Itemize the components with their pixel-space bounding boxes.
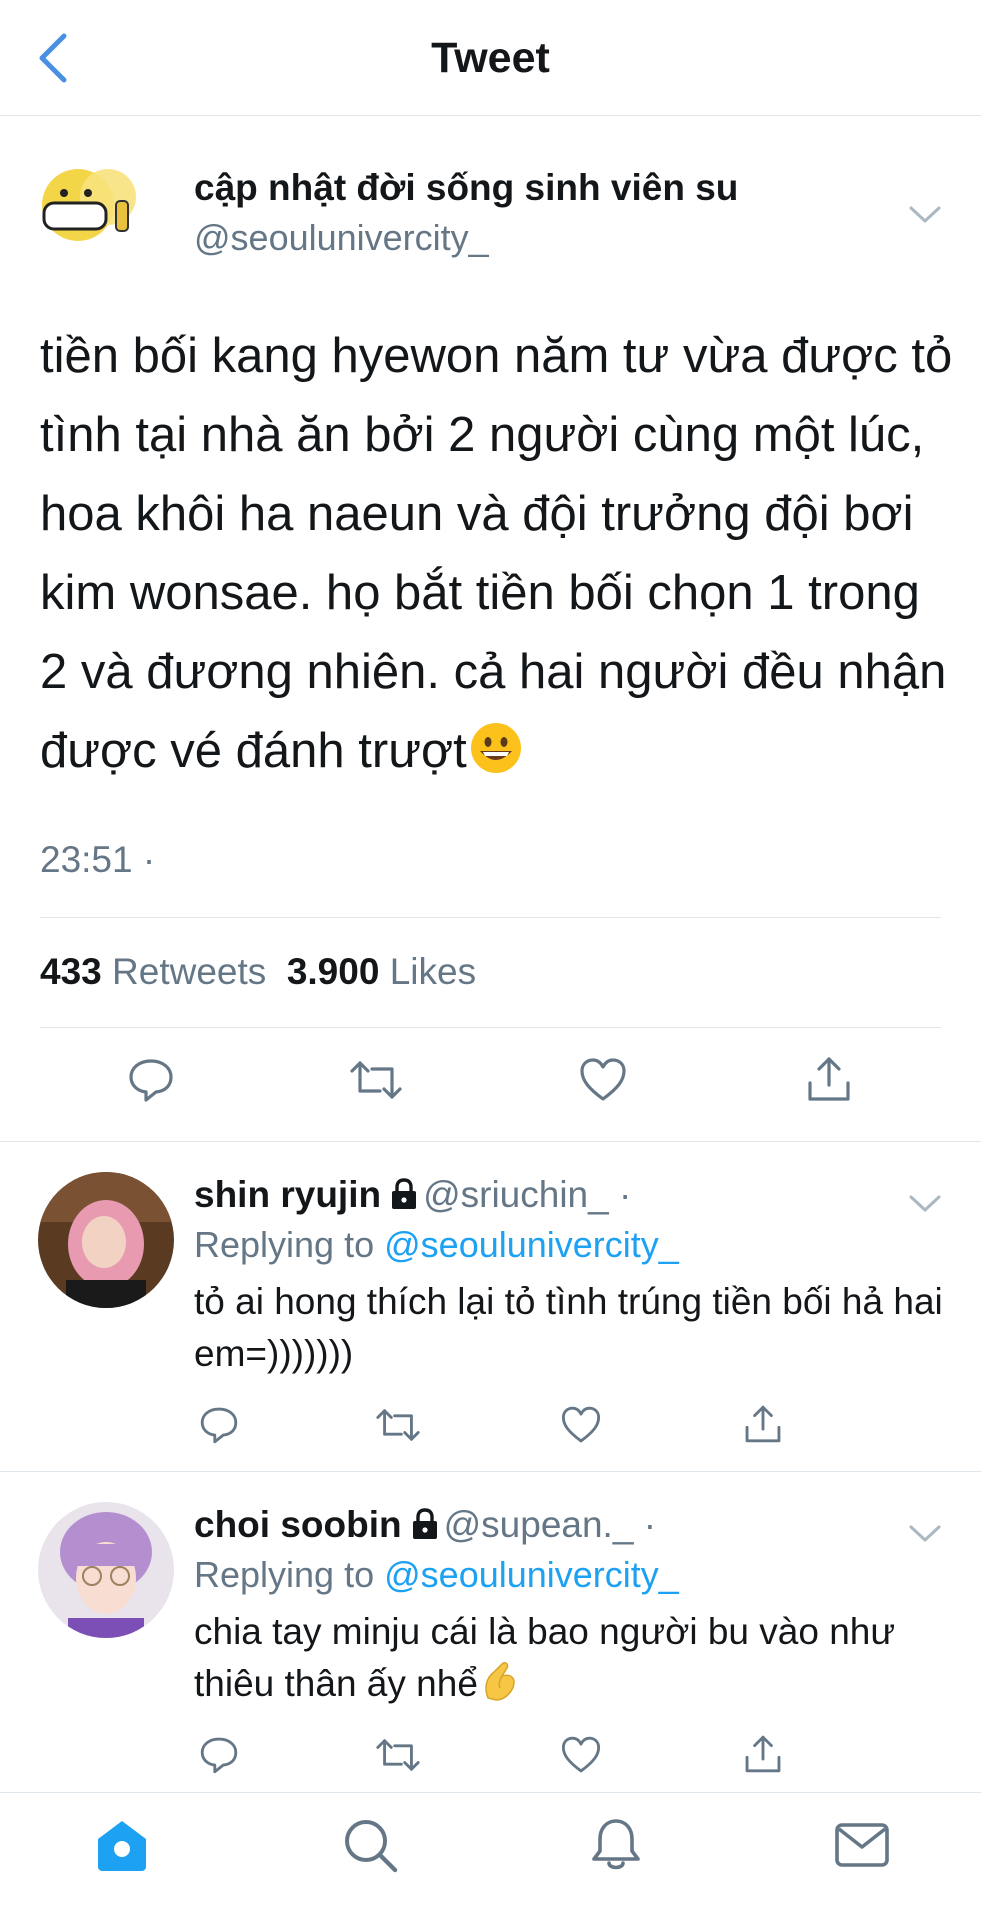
reply-text-content: chia tay minju cái là bao người bu vào n… <box>194 1611 896 1704</box>
lock-icon <box>412 1508 437 1539</box>
separator <box>0 1471 981 1472</box>
reply-author-handle[interactable]: @sriuchin_ · <box>423 1174 631 1215</box>
page-title: Tweet <box>431 34 550 82</box>
reply-author: shin ryujin @sriuchin_ · <box>194 1174 631 1216</box>
divider <box>40 1027 941 1028</box>
retweet-icon <box>376 1409 420 1441</box>
tab-notifications[interactable] <box>586 1815 646 1875</box>
heart-icon <box>561 1736 601 1773</box>
grinning-face-emoji <box>470 723 521 773</box>
tweet-text: tiền bối kang hyewon năm tư vừa được tỏ … <box>40 317 960 791</box>
share-icon <box>808 1057 850 1101</box>
reply-menu-button[interactable] <box>908 1524 942 1544</box>
avatar[interactable] <box>38 153 138 253</box>
mail-icon <box>835 1823 889 1867</box>
author-name[interactable]: cập nhật đời sống sinh viên su <box>194 167 738 209</box>
reply-menu-button[interactable] <box>908 1194 942 1214</box>
search-icon <box>345 1820 398 1873</box>
reply-icon <box>200 1407 238 1444</box>
share-icon <box>745 1405 781 1443</box>
share-button[interactable] <box>742 1402 784 1451</box>
tweet-text-content: tiền bối kang hyewon năm tư vừa được tỏ … <box>40 329 953 778</box>
share-button[interactable] <box>742 1732 784 1781</box>
chevron-down-icon <box>909 206 941 223</box>
share-icon <box>745 1735 781 1773</box>
divider <box>40 917 941 918</box>
retweet-button[interactable] <box>348 1055 404 1110</box>
like-button[interactable] <box>560 1734 602 1781</box>
chevron-down-icon <box>909 1525 941 1542</box>
share-button[interactable] <box>804 1053 854 1110</box>
bottom-tab-bar <box>0 1792 981 1920</box>
retweets-label[interactable]: Retweets <box>112 951 266 992</box>
like-button[interactable] <box>578 1055 628 1110</box>
home-icon <box>98 1821 146 1871</box>
likes-count[interactable]: 3.900 <box>287 951 380 992</box>
reply-button[interactable] <box>126 1055 176 1110</box>
replying-to: Replying to @seouluniverc​ity_ <box>194 1224 679 1266</box>
retweet-icon <box>350 1061 402 1099</box>
retweet-icon <box>376 1739 420 1771</box>
top-bar: Tweet <box>0 0 981 116</box>
reply-author: choi soobin @supean._ · <box>194 1504 656 1546</box>
tweet-stats: 433 Retweets 3.900 Likes <box>40 951 476 993</box>
reply-button[interactable] <box>198 1734 240 1781</box>
heart-icon <box>561 1406 601 1443</box>
replying-to-label: Replying to <box>194 1224 375 1265</box>
mention-link[interactable]: @seouluniverc​ity_ <box>384 1224 679 1265</box>
pinching-hand-emoji <box>485 1662 515 1701</box>
chevron-down-icon <box>909 1195 941 1212</box>
tweet-menu-button[interactable] <box>908 205 942 225</box>
likes-label[interactable]: Likes <box>390 951 476 992</box>
reply-button[interactable] <box>198 1404 240 1451</box>
avatar[interactable] <box>38 1502 174 1638</box>
reply-author-name[interactable]: choi soobin <box>194 1504 402 1545</box>
reply-icon <box>200 1737 238 1774</box>
separator <box>0 1141 981 1142</box>
replying-to: Replying to @seouluniverc​ity_ <box>194 1554 679 1596</box>
reply-text: tỏ ai hong thích lại tỏ tình trúng tiền … <box>194 1281 943 1374</box>
reply-icon <box>129 1059 173 1102</box>
tweet-timestamp[interactable]: 23:51 · <box>40 839 155 881</box>
reply-text: chia tay minju cái là bao người bu vào n… <box>194 1606 954 1710</box>
retweet-button[interactable] <box>374 1404 422 1451</box>
tab-messages[interactable] <box>832 1815 892 1875</box>
retweets-count[interactable]: 433 <box>40 951 102 992</box>
retweet-button[interactable] <box>374 1734 422 1781</box>
author-handle[interactable]: @seouluniverc​ity_ <box>194 217 489 259</box>
mention-link[interactable]: @seouluniverc​ity_ <box>384 1554 679 1595</box>
replying-to-label: Replying to <box>194 1554 375 1595</box>
lock-icon <box>392 1178 417 1209</box>
avatar[interactable] <box>38 1172 174 1308</box>
heart-icon <box>580 1058 626 1101</box>
reply-author-handle[interactable]: @supean._ · <box>444 1504 656 1545</box>
reply-author-name[interactable]: shin ryujin <box>194 1174 381 1215</box>
like-button[interactable] <box>560 1404 602 1451</box>
tab-search[interactable] <box>340 1815 400 1875</box>
tab-home[interactable] <box>92 1815 152 1875</box>
bell-icon <box>592 1819 640 1870</box>
